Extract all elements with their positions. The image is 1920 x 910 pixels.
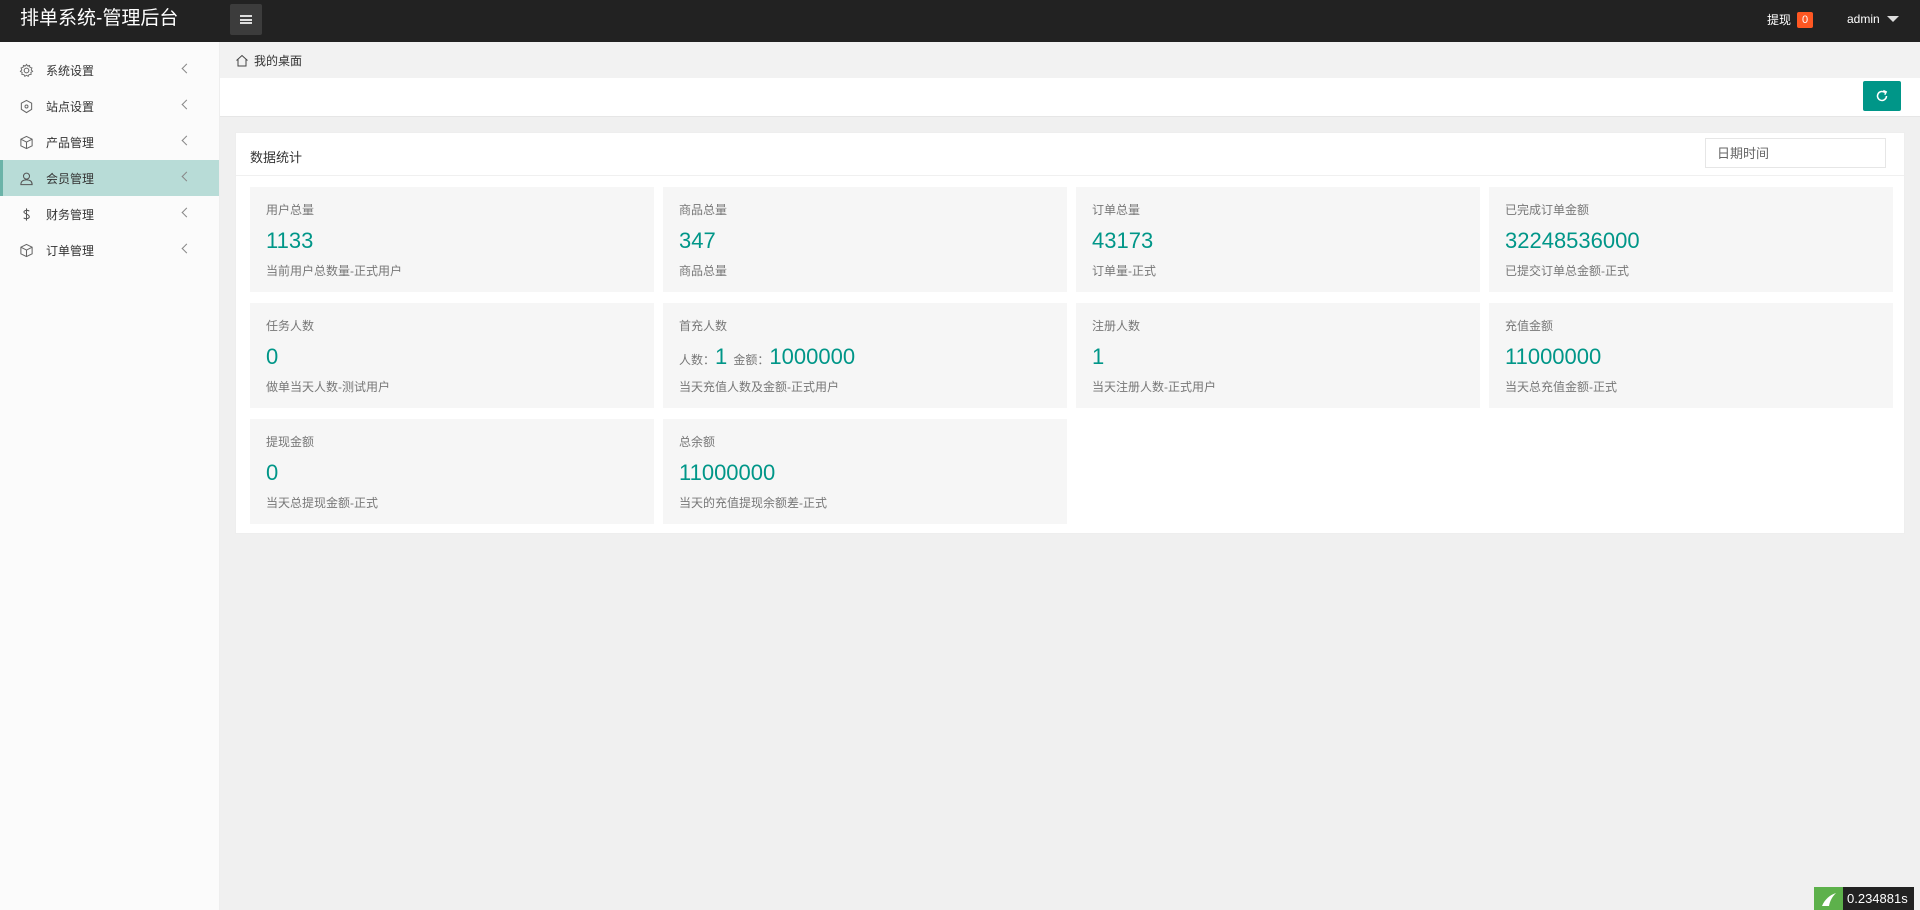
globe-icon [18,98,34,114]
refresh-icon [1876,89,1888,102]
stat-label: 总余额 [679,435,716,449]
box-icon [18,242,34,258]
stat-card-registered-users: 注册人数 1 当天注册人数-正式用户 [1076,303,1480,408]
stat-card-total-orders: 订单总量 43173 订单量-正式 [1076,187,1480,292]
stat-card-recharge-amount: 充值金额 11000000 当天总充值金额-正式 [1489,303,1893,408]
amount-value: 1000000 [769,344,856,369]
sidebar-item-order-management[interactable]: 订单管理 [0,232,219,268]
page-timer: 0.234881s [1814,887,1914,910]
sidebar: 系统设置 站点设置 产品管理 会员管理 财务管理 订单管理 [0,42,220,910]
user-menu[interactable]: admin [1847,12,1899,26]
stat-description: 做单当天人数-测试用户 [266,380,390,394]
sidebar-item-label: 会员管理 [46,171,95,186]
app-title: 排单系统-管理后台 [20,8,179,29]
stat-value: 1 [1092,344,1105,369]
user-icon [18,170,34,186]
sidebar-item-label: 产品管理 [46,135,95,150]
home-icon [235,54,249,67]
stat-label: 提现金额 [266,435,315,449]
stat-description: 当前用户总数量-正式用户 [266,264,402,278]
stat-description: 商品总量 [679,264,728,278]
breadcrumb-item-desktop[interactable]: 我的桌面 [254,52,302,69]
stat-card-completed-order-amount: 已完成订单金额 32248536000 已提交订单总金额-正式 [1489,187,1893,292]
stat-label: 用户总量 [266,203,315,217]
stat-value: 11000000 [679,460,776,485]
sidebar-item-label: 站点设置 [46,99,95,114]
sidebar-item-label: 财务管理 [46,207,95,222]
sidebar-item-label: 系统设置 [46,63,95,78]
chevron-left-icon [181,243,192,254]
stat-description: 当天的充值提现余额差-正式 [679,496,827,510]
withdraw-label: 提现 [1767,13,1792,27]
breadcrumb: 我的桌面 [220,42,1920,78]
people-label: 人数： [679,353,716,367]
chevron-left-icon [181,135,192,146]
stat-label: 任务人数 [266,319,315,333]
stat-card-total-products: 商品总量 347 商品总量 [663,187,1067,292]
stat-description: 当天总提现金额-正式 [266,496,378,510]
sidebar-item-system-settings[interactable]: 系统设置 [0,52,219,88]
stat-description: 已提交订单总金额-正式 [1505,264,1629,278]
chevron-left-icon [181,63,192,74]
chevron-left-icon [181,171,192,182]
stat-label: 注册人数 [1092,319,1141,333]
stat-description: 订单量-正式 [1092,264,1156,278]
dollar-icon [18,206,34,222]
gear-icon [18,62,34,78]
stat-value-group: 人数：1 金额：1000000 [679,344,855,370]
stat-card-first-recharge: 首充人数 人数：1 金额：1000000 当天充值人数及金额-正式用户 [663,303,1067,408]
hamburger-icon [240,15,252,24]
stat-label: 订单总量 [1092,203,1141,217]
date-time-input[interactable] [1705,138,1886,168]
sidebar-item-member-management[interactable]: 会员管理 [0,160,219,196]
stat-description: 当天注册人数-正式用户 [1092,380,1216,394]
box-icon [18,134,34,150]
stat-card-total-users: 用户总量 1133 当前用户总数量-正式用户 [250,187,654,292]
stat-value: 0 [266,460,279,485]
stat-value: 43173 [1092,228,1154,253]
stat-description: 当天总充值金额-正式 [1505,380,1617,394]
panel-header: 数据统计 [236,133,1904,176]
stat-value: 32248536000 [1505,228,1640,253]
stat-label: 充值金额 [1505,319,1554,333]
refresh-button[interactable] [1863,81,1901,111]
user-name: admin [1847,12,1880,26]
stat-value: 347 [679,228,716,253]
stat-card-total-balance: 总余额 11000000 当天的充值提现余额差-正式 [663,419,1067,524]
timer-value: 0.234881s [1843,887,1914,910]
sidebar-item-label: 订单管理 [46,243,95,258]
stat-label: 商品总量 [679,203,728,217]
stat-label: 已完成订单金额 [1505,203,1590,217]
stat-value: 0 [266,344,279,369]
caret-down-icon [1886,16,1899,22]
menu-toggle-button[interactable] [230,4,262,35]
stat-card-withdraw-amount: 提现金额 0 当天总提现金额-正式 [250,419,654,524]
stat-card-task-users: 任务人数 0 做单当天人数-测试用户 [250,303,654,408]
people-value: 1 [715,344,728,369]
withdraw-count-badge: 0 [1797,11,1814,28]
stats-panel: 数据统计 用户总量 1133 当前用户总数量-正式用户 商品总量 347 商品总… [235,132,1905,534]
stat-value: 1133 [266,228,314,253]
amount-label: 金额： [733,353,770,367]
sidebar-item-product-management[interactable]: 产品管理 [0,124,219,160]
framework-logo-icon [1814,887,1843,910]
sidebar-item-finance-management[interactable]: 财务管理 [0,196,219,232]
stat-description: 当天充值人数及金额-正式用户 [679,380,839,394]
panel-title: 数据统计 [250,150,303,165]
chevron-left-icon [181,207,192,218]
withdraw-link[interactable]: 提现 0 [1767,11,1814,28]
stat-label: 首充人数 [679,319,728,333]
sidebar-item-site-settings[interactable]: 站点设置 [0,88,219,124]
toolbar [220,78,1920,117]
stat-value: 11000000 [1505,344,1602,369]
top-header: 排单系统-管理后台 提现 0 admin [0,0,1920,42]
chevron-left-icon [181,99,192,110]
